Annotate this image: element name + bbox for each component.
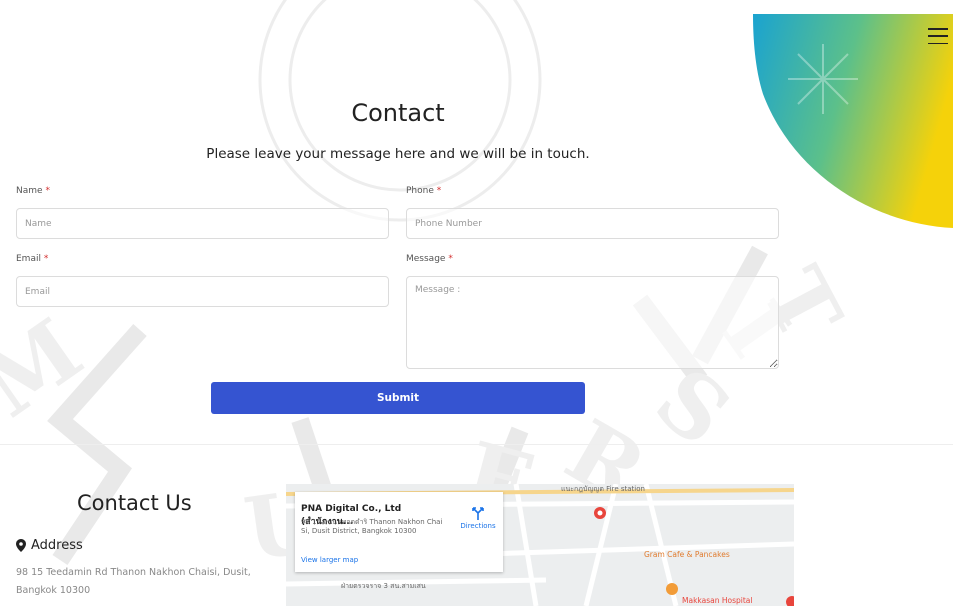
map-poi-cafe: Gram Cafe & Pancakes xyxy=(644,550,730,559)
message-label: Message * xyxy=(406,254,453,264)
section-divider xyxy=(0,444,953,445)
embedded-map[interactable]: แนะกฎบัญญต Fire station ฝ่ายตรวจราจ 3 สน… xyxy=(286,484,794,606)
map-place-address: 98 15 ถนน เทอดดำริ Thanon Nakhon Chai Si… xyxy=(301,518,443,535)
name-input[interactable] xyxy=(16,208,389,239)
page-title: Contact xyxy=(351,99,445,127)
phone-label: Phone * xyxy=(406,186,442,196)
contact-section: Contact Please leave your message here a… xyxy=(0,0,953,606)
submit-button[interactable]: Submit xyxy=(211,382,585,414)
menu-button[interactable] xyxy=(928,26,948,46)
address-heading: Address xyxy=(16,538,83,553)
map-place-card: PNA Digital Co., Ltd (สำนักงาน... 98 15 … xyxy=(295,492,503,572)
hamburger-icon xyxy=(928,28,948,30)
contact-us-heading: Contact Us xyxy=(77,491,192,515)
map-label-police: ฝ่ายตรวจราจ 3 สน.สามเสน xyxy=(341,582,426,590)
email-input[interactable] xyxy=(16,276,389,307)
directions-button[interactable]: Directions xyxy=(459,506,497,530)
phone-input[interactable] xyxy=(406,208,779,239)
address-text: 98 15 Teedamin Rd Thanon Nakhon Chaisi, … xyxy=(16,567,251,596)
page-subtitle: Please leave your message here and we wi… xyxy=(206,146,590,162)
message-textarea[interactable] xyxy=(406,276,779,369)
map-poi-hospital: Makkasan Hospital xyxy=(682,596,753,605)
email-label: Email * xyxy=(16,254,49,264)
directions-icon xyxy=(472,507,484,520)
map-pin-icon xyxy=(16,539,26,552)
name-label: Name * xyxy=(16,186,50,196)
map-label-fire-station: แนะกฎบัญญต Fire station xyxy=(561,485,645,493)
view-larger-map-link[interactable]: View larger map xyxy=(301,556,358,564)
